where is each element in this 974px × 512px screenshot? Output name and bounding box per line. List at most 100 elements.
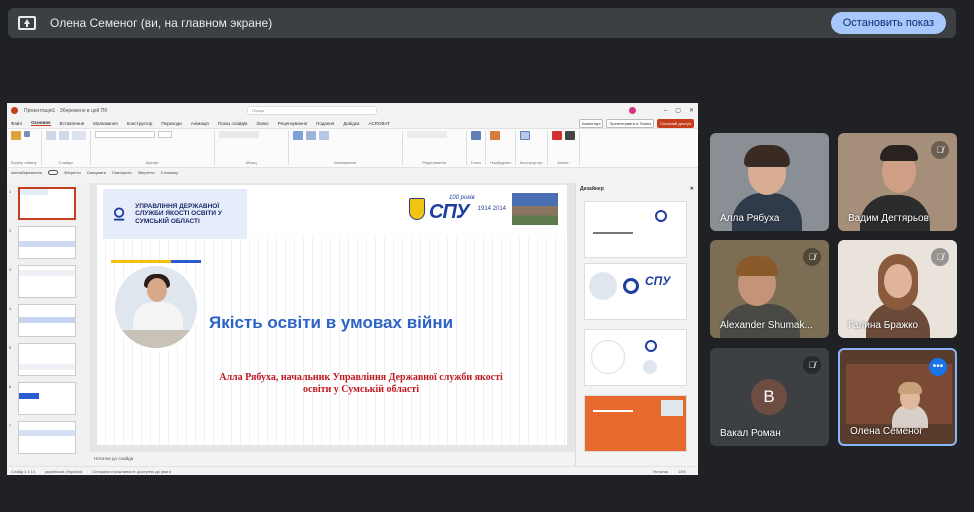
autosave-toggle[interactable] — [47, 170, 58, 175]
paragraph-controls[interactable] — [218, 131, 259, 138]
designer-title: Дизайнер — [580, 186, 604, 192]
undo-button[interactable]: Скасувати — [87, 170, 106, 175]
ribbon-group-label: Adobe — [557, 160, 569, 165]
addins-button[interactable] — [490, 131, 501, 141]
language-indicator[interactable]: українська (Україна) — [45, 469, 83, 474]
ribbon-group-clipboard: Буфер обміну — [11, 131, 42, 165]
present-in-teams-button[interactable]: Презентувати в Teams — [606, 118, 655, 128]
ppt-search-input[interactable]: Пошук — [247, 106, 378, 115]
tab-home[interactable]: Основне — [31, 120, 51, 126]
tab-transitions[interactable]: Переходи — [161, 121, 181, 126]
mic-off-icon: 🎙̸ — [803, 248, 821, 266]
share-button[interactable]: Спільний доступ — [657, 118, 694, 128]
redo-button[interactable]: Повторити — [112, 170, 132, 175]
tab-insert[interactable]: Вставлення — [60, 121, 85, 126]
participant-tile-self[interactable]: ••• Олена Семеног — [838, 348, 957, 446]
tab-record[interactable]: Запис — [256, 121, 268, 126]
powerpoint-logo-icon — [11, 107, 18, 114]
designer-pane: Дизайнер ✕ СПУ — [575, 183, 698, 466]
participant-name: Галина Бражко — [848, 320, 919, 331]
participant-name: Вакал Роман — [720, 428, 781, 439]
ribbon-group-voice: Голос — [470, 131, 487, 165]
ribbon-group-label: Абзац — [245, 160, 257, 165]
tab-animations[interactable]: Анімація — [191, 121, 209, 126]
notes-toggle[interactable]: Нотатки — [653, 469, 668, 474]
thumb-number: 3 — [9, 267, 12, 272]
present-screen-icon — [18, 16, 36, 30]
ppt-statusbar: Слайд 1 з 14 українська (Україна) Спеціа… — [7, 466, 698, 475]
layout-button[interactable] — [71, 131, 86, 141]
slide-thumbnail[interactable] — [18, 187, 76, 220]
participant-tile[interactable]: В 🎙̸ Вакал Роман — [710, 348, 829, 446]
ppt-user-avatar[interactable] — [628, 107, 636, 114]
stop-presenting-button[interactable]: Остановить показ — [830, 12, 946, 34]
ribbon-group-drawing: Малювання — [292, 131, 403, 165]
participant-name: Алла Рябуха — [720, 213, 780, 224]
comments-button[interactable]: Коментарі — [578, 118, 604, 128]
ribbon-group-label: Конструктор — [519, 160, 543, 165]
organization-banner: УПРАВЛІННЯ ДЕРЖАВНОЇ СЛУЖБИ ЯКОСТІ ОСВІТ… — [103, 189, 247, 239]
ribbon-group-label: Редагування — [422, 160, 446, 165]
design-idea-card[interactable] — [584, 395, 687, 452]
minimize-icon[interactable]: – — [664, 108, 667, 114]
accessibility-indicator[interactable]: Спеціальні можливості: доступно до уваги — [92, 469, 171, 474]
ppt-titlebar: Презентація1 · Збережено в цей ПК Пошук … — [7, 103, 698, 118]
dictate-button[interactable] — [470, 131, 481, 141]
new-slide-button[interactable] — [45, 131, 56, 141]
ribbon-group-addins: Надбудови — [490, 131, 516, 165]
ppt-workspace: 1 2 3 4 5 6 7 УПРАВЛІННЯ ДЕРЖАВНОЇ СЛУЖБ… — [7, 183, 698, 466]
slide-thumbnail[interactable] — [18, 421, 76, 454]
cut-icon[interactable] — [24, 131, 30, 141]
speaker-photo — [113, 264, 199, 350]
ribbon-group-font: Шрифт — [94, 131, 215, 165]
quick-styles-button[interactable] — [318, 131, 329, 141]
slide-thumbnail[interactable] — [18, 265, 76, 298]
save-as-button[interactable]: Зберегти — [138, 170, 155, 175]
tab-help[interactable]: Довідка — [343, 121, 359, 126]
find-replace-controls[interactable] — [406, 131, 447, 138]
zoom-level[interactable]: 14% — [678, 469, 686, 474]
slide-thumbnail[interactable] — [18, 382, 76, 415]
slide-thumbnail[interactable] — [18, 343, 76, 376]
tab-view[interactable]: Подання — [316, 121, 334, 126]
create-pdf-button[interactable] — [564, 131, 575, 141]
participant-tile[interactable]: 🎙̸ Alexander Shumak... — [710, 240, 829, 338]
spu-years: 1914 2014 — [477, 205, 507, 212]
tab-design[interactable]: Конструктор — [127, 121, 153, 126]
tab-review[interactable]: Рецензування — [278, 121, 307, 126]
font-size-select[interactable] — [157, 131, 172, 138]
designer-button[interactable] — [519, 131, 530, 141]
tab-acrobat[interactable]: ACROBAT — [369, 121, 390, 126]
arrange-button[interactable] — [305, 131, 316, 141]
slide-notes[interactable]: Нотатки до слайда — [90, 452, 575, 466]
autosave-label: Автозбереження — [11, 170, 42, 175]
close-icon[interactable]: ✕ — [690, 186, 694, 192]
reuse-slides-button[interactable] — [58, 131, 69, 141]
design-idea-card[interactable] — [584, 201, 687, 258]
from-beginning-button[interactable]: З початку — [161, 170, 179, 175]
more-options-icon[interactable]: ••• — [929, 358, 947, 376]
maximize-icon[interactable]: ▢ — [675, 107, 681, 114]
participant-tile[interactable]: 🎙̸ Вадим Дегтярьов — [838, 133, 957, 231]
paste-button[interactable] — [11, 131, 21, 141]
ribbon-group-label: Голос — [470, 160, 482, 165]
shapes-button[interactable] — [292, 131, 303, 141]
participant-tile[interactable]: Алла Рябуха — [710, 133, 829, 231]
mic-off-icon: 🎙̸ — [803, 356, 821, 374]
current-slide[interactable]: УПРАВЛІННЯ ДЕРЖАВНОЇ СЛУЖБИ ЯКОСТІ ОСВІТ… — [97, 185, 567, 445]
quick-access-toolbar: Автозбереження Зберегти Скасувати Повтор… — [7, 168, 698, 177]
tab-file[interactable]: Файл — [11, 121, 22, 126]
acrobat-button[interactable] — [551, 131, 562, 141]
organization-logo-icon — [113, 207, 125, 221]
close-icon[interactable]: ✕ — [689, 107, 694, 114]
design-idea-card[interactable]: СПУ — [584, 263, 687, 320]
tab-slideshow[interactable]: Показ слайдів — [218, 121, 247, 126]
save-button[interactable]: Зберегти — [64, 170, 81, 175]
design-idea-card[interactable] — [584, 329, 687, 386]
tab-draw[interactable]: Малювання — [93, 121, 118, 126]
participant-name: Alexander Shumak... — [720, 320, 813, 331]
slide-thumbnail[interactable] — [18, 304, 76, 337]
slide-thumbnail[interactable] — [18, 226, 76, 259]
font-name-select[interactable] — [94, 131, 155, 138]
participant-tile[interactable]: 🎙̸ Галина Бражко — [838, 240, 957, 338]
